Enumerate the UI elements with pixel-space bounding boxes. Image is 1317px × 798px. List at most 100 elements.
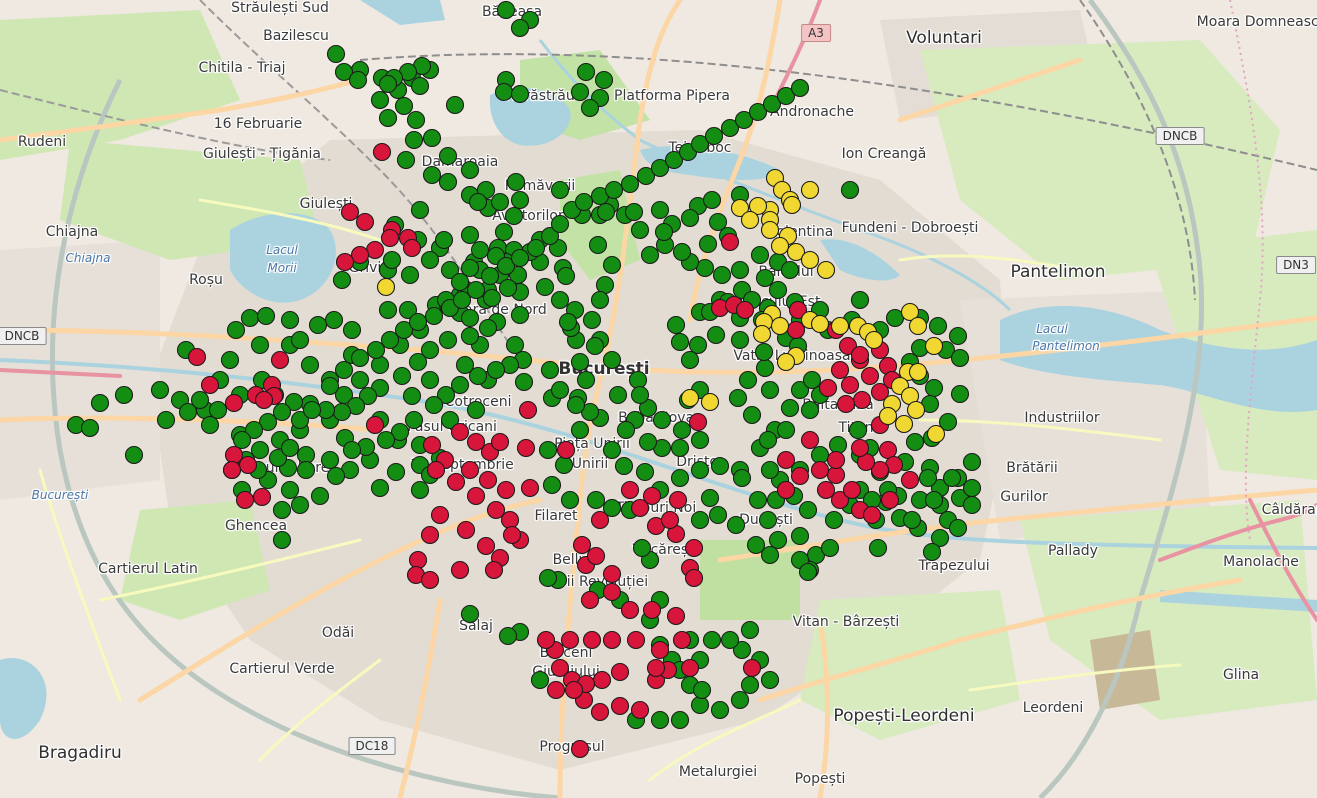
yellow-marker[interactable]	[680, 388, 700, 408]
green-marker[interactable]	[922, 542, 942, 562]
green-marker[interactable]	[114, 385, 134, 405]
green-marker[interactable]	[798, 500, 818, 520]
yellow-marker[interactable]	[926, 424, 946, 444]
green-marker[interactable]	[554, 455, 574, 475]
yellow-marker[interactable]	[908, 316, 928, 336]
red-marker[interactable]	[496, 480, 516, 500]
green-marker[interactable]	[410, 480, 430, 500]
green-marker[interactable]	[466, 400, 486, 420]
green-marker[interactable]	[422, 128, 442, 148]
green-marker[interactable]	[510, 18, 530, 38]
green-marker[interactable]	[478, 318, 498, 338]
green-marker[interactable]	[156, 410, 176, 430]
red-marker[interactable]	[187, 347, 207, 367]
green-marker[interactable]	[654, 222, 674, 242]
green-marker[interactable]	[256, 306, 276, 326]
green-marker[interactable]	[538, 440, 558, 460]
red-marker[interactable]	[350, 245, 370, 265]
red-marker[interactable]	[776, 480, 796, 500]
green-marker[interactable]	[220, 350, 240, 370]
yellow-marker[interactable]	[376, 277, 396, 297]
green-marker[interactable]	[798, 562, 818, 582]
red-marker[interactable]	[450, 422, 470, 442]
green-marker[interactable]	[350, 370, 370, 390]
red-marker[interactable]	[672, 630, 692, 650]
red-marker[interactable]	[586, 546, 606, 566]
green-marker[interactable]	[400, 265, 420, 285]
yellow-marker[interactable]	[770, 316, 790, 336]
green-marker[interactable]	[302, 400, 322, 420]
red-marker[interactable]	[365, 240, 385, 260]
green-marker[interactable]	[962, 495, 982, 515]
green-marker[interactable]	[640, 245, 660, 265]
yellow-marker[interactable]	[830, 316, 850, 336]
red-marker[interactable]	[340, 202, 360, 222]
red-marker[interactable]	[590, 510, 610, 530]
green-marker[interactable]	[280, 310, 300, 330]
red-marker[interactable]	[668, 490, 688, 510]
red-marker[interactable]	[355, 212, 375, 232]
green-marker[interactable]	[208, 400, 228, 420]
green-marker[interactable]	[695, 258, 715, 278]
green-marker[interactable]	[905, 432, 925, 452]
map-view[interactable]: Străulești SudBăneasaVoluntariMoara Domn…	[0, 0, 1317, 798]
red-marker[interactable]	[430, 505, 450, 525]
red-marker[interactable]	[490, 432, 510, 452]
green-marker[interactable]	[348, 70, 368, 90]
green-marker[interactable]	[748, 490, 768, 510]
green-marker[interactable]	[780, 260, 800, 280]
green-marker[interactable]	[712, 265, 732, 285]
red-marker[interactable]	[602, 630, 622, 650]
green-marker[interactable]	[574, 192, 594, 212]
red-marker[interactable]	[372, 142, 392, 162]
green-marker[interactable]	[424, 395, 444, 415]
green-marker[interactable]	[670, 710, 690, 730]
green-marker[interactable]	[700, 488, 720, 508]
red-marker[interactable]	[720, 232, 740, 252]
green-marker[interactable]	[404, 410, 424, 430]
red-marker[interactable]	[516, 438, 536, 458]
red-marker[interactable]	[252, 487, 272, 507]
green-marker[interactable]	[326, 44, 346, 64]
red-marker[interactable]	[572, 535, 592, 555]
green-marker[interactable]	[690, 430, 710, 450]
green-marker[interactable]	[755, 268, 775, 288]
green-marker[interactable]	[918, 468, 938, 488]
green-marker[interactable]	[732, 468, 752, 488]
green-marker[interactable]	[948, 326, 968, 346]
green-marker[interactable]	[290, 495, 310, 515]
green-marker[interactable]	[410, 76, 430, 96]
yellow-marker[interactable]	[816, 260, 836, 280]
green-marker[interactable]	[510, 190, 530, 210]
green-marker[interactable]	[468, 192, 488, 212]
yellow-marker[interactable]	[800, 250, 820, 270]
green-marker[interactable]	[582, 310, 602, 330]
green-marker[interactable]	[594, 70, 614, 90]
red-marker[interactable]	[626, 630, 646, 650]
red-marker[interactable]	[450, 560, 470, 580]
yellow-marker[interactable]	[894, 414, 914, 434]
green-marker[interactable]	[510, 248, 530, 268]
green-marker[interactable]	[535, 277, 555, 297]
red-marker[interactable]	[270, 350, 290, 370]
green-marker[interactable]	[505, 335, 525, 355]
red-marker[interactable]	[862, 505, 882, 525]
green-marker[interactable]	[758, 510, 778, 530]
green-marker[interactable]	[326, 466, 346, 486]
green-marker[interactable]	[280, 480, 300, 500]
green-marker[interactable]	[590, 290, 610, 310]
red-marker[interactable]	[650, 640, 670, 660]
green-marker[interactable]	[370, 355, 390, 375]
green-marker[interactable]	[396, 150, 416, 170]
red-marker[interactable]	[735, 300, 755, 320]
yellow-marker[interactable]	[760, 220, 780, 240]
green-marker[interactable]	[742, 405, 762, 425]
green-marker[interactable]	[738, 370, 758, 390]
red-marker[interactable]	[810, 460, 830, 480]
green-marker[interactable]	[80, 418, 100, 438]
green-marker[interactable]	[402, 386, 422, 406]
green-marker[interactable]	[310, 486, 330, 506]
red-marker[interactable]	[830, 360, 850, 380]
green-marker[interactable]	[604, 180, 624, 200]
green-marker[interactable]	[688, 335, 708, 355]
